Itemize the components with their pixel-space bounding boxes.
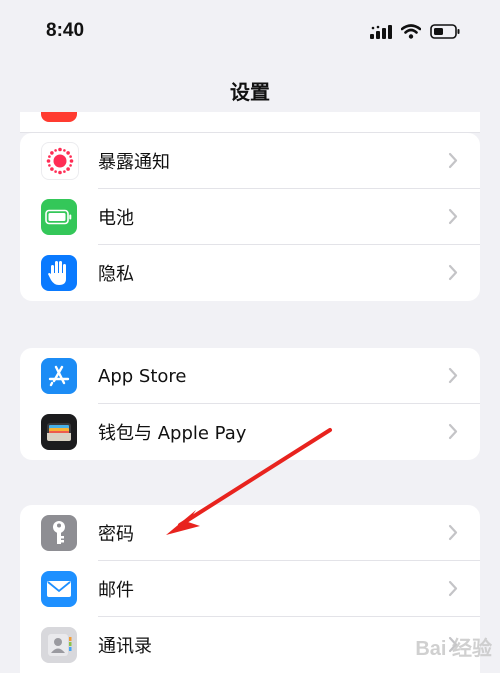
baidu-jingyan-watermark: Bai 经验 [415,638,492,660]
annotation-arrow-icon [166,428,332,535]
